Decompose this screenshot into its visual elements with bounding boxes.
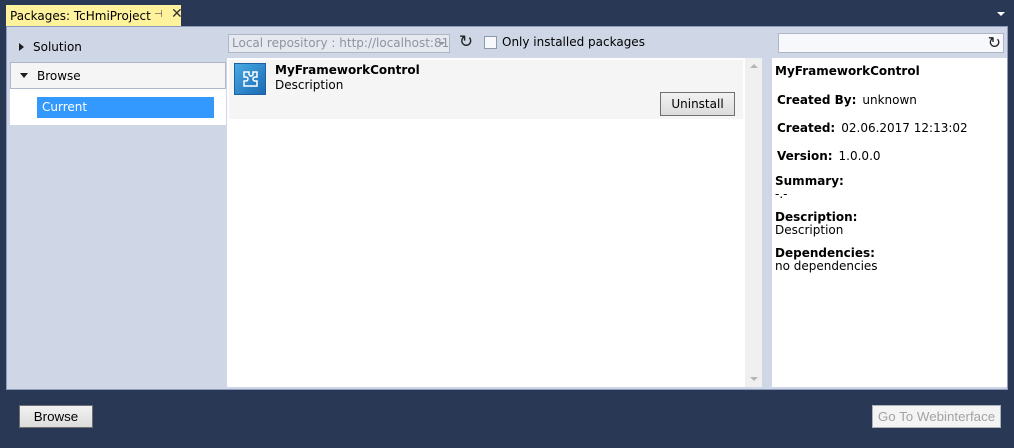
summary-block: Summary: -.- xyxy=(775,175,844,201)
package-icon xyxy=(234,63,266,95)
close-icon[interactable]: ✕ xyxy=(171,7,183,21)
uninstall-button[interactable]: Uninstall xyxy=(660,92,735,116)
created-by-value: unknown xyxy=(862,93,917,107)
pin-icon[interactable]: ⊣ xyxy=(154,9,163,20)
nav-item-browse[interactable]: Browse xyxy=(10,62,226,89)
refresh-button[interactable]: ↻ xyxy=(457,34,475,52)
description-block: Description: Description xyxy=(775,211,857,237)
only-installed-checkbox[interactable] xyxy=(484,35,497,49)
browse-children: Current xyxy=(10,89,226,125)
created-value: 02.06.2017 12:13:02 xyxy=(841,121,968,135)
collapse-arrow-icon xyxy=(20,73,28,78)
document-tab[interactable]: Packages: TcHmiProject ⊣ ✕ xyxy=(6,5,183,26)
document-tab-strip: Packages: TcHmiProject ⊣ ✕ xyxy=(0,0,1014,26)
details-title: MyFrameworkControl xyxy=(775,64,920,78)
search-input[interactable]: ↻ xyxy=(778,33,1004,53)
package-source-value: Local repository : http://localhost:8182 xyxy=(232,36,450,50)
nav-item-solution[interactable]: Solution xyxy=(10,33,226,60)
only-installed-label: Only installed packages xyxy=(502,35,645,49)
tab-title: Packages: TcHmiProject xyxy=(10,8,151,23)
nav-item-current[interactable]: Current xyxy=(37,97,214,118)
expand-arrow-icon xyxy=(19,42,24,51)
list-item[interactable]: MyFrameworkControl Description Uninstall xyxy=(229,60,743,119)
version-row: Version: 1.0.0.0 xyxy=(777,149,881,163)
package-name: MyFrameworkControl xyxy=(275,63,420,77)
package-list: MyFrameworkControl Description Uninstall xyxy=(227,58,745,387)
navigation-tree: Solution Browse Current xyxy=(10,31,226,125)
package-manager-panel: Solution Browse Current Local repository… xyxy=(6,26,1008,390)
version-value: 1.0.0.0 xyxy=(838,149,881,163)
nav-item-label: Solution xyxy=(33,39,82,54)
created-label: Created: xyxy=(777,121,836,135)
chevron-down-icon xyxy=(439,42,445,45)
created-by-row: Created By: unknown xyxy=(777,93,917,107)
search-refresh-icon[interactable]: ↻ xyxy=(988,34,1001,52)
scroll-up-icon[interactable] xyxy=(750,64,758,68)
scroll-down-icon[interactable] xyxy=(750,377,758,381)
description-value: Description xyxy=(775,223,844,237)
only-installed-toggle[interactable]: Only installed packages xyxy=(484,35,645,49)
version-label: Version: xyxy=(777,149,833,163)
tab-dropdown-icon[interactable] xyxy=(997,12,1005,16)
summary-value: -.- xyxy=(775,187,788,201)
dependencies-block: Dependencies: no dependencies xyxy=(775,247,878,273)
package-details: MyFrameworkControl Created By: unknown Cr… xyxy=(772,58,1007,387)
browse-button[interactable]: Browse xyxy=(19,405,93,428)
package-source-select[interactable]: Local repository : http://localhost:8182 xyxy=(228,34,450,53)
package-description: Description xyxy=(275,78,344,92)
created-row: Created: 02.06.2017 12:13:02 xyxy=(777,121,968,135)
list-scrollbar[interactable] xyxy=(745,58,762,387)
go-to-webinterface-button[interactable]: Go To Webinterface xyxy=(872,405,1001,428)
dependencies-value: no dependencies xyxy=(775,259,878,273)
created-by-label: Created By: xyxy=(777,93,857,107)
nav-item-label: Browse xyxy=(37,68,81,83)
